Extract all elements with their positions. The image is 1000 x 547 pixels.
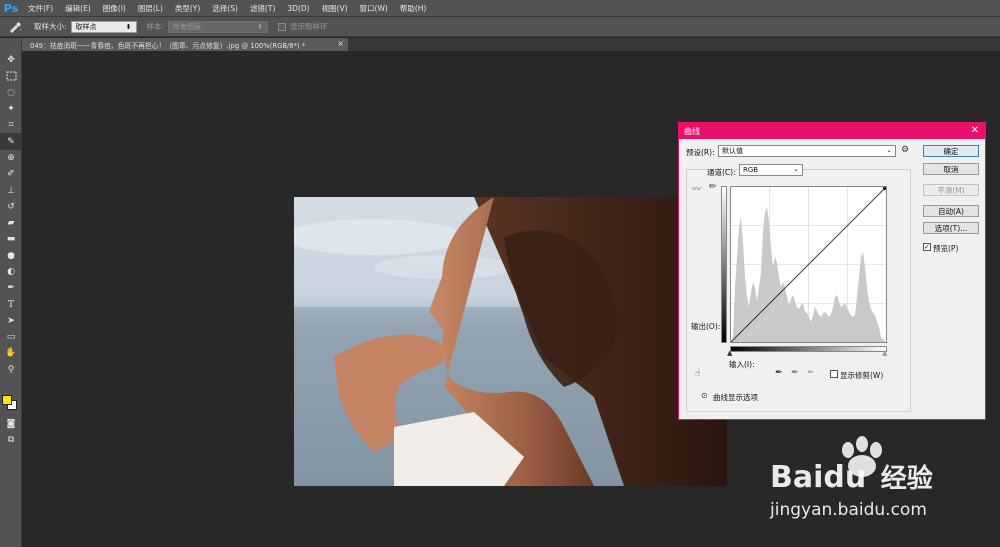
options-button[interactable]: 选项(T)... <box>923 222 979 234</box>
zoom-tool-icon[interactable]: ⚲ <box>0 362 22 378</box>
chevron-down-icon: ⬍ <box>257 22 264 31</box>
close-icon[interactable]: ✕ <box>971 125 979 136</box>
dialog-title: 曲线 <box>684 126 700 136</box>
show-clipping-label: 显示修剪(W) <box>840 371 884 380</box>
menu-bar: Ps 文件(F) 编辑(E) 图像(I) 图层(L) 类型(Y) 选择(S) 滤… <box>0 0 1000 17</box>
black-point-slider-icon[interactable]: ▲ <box>727 349 732 357</box>
channel-label: 通道(C): <box>707 168 736 177</box>
curves-dialog: 曲线 ✕ 预设(R): 默认值 ⌄ ⚙ 通道(C): RGB ⌄ 〰 ✏ ▲ ▲… <box>678 122 986 420</box>
menu-file[interactable]: 文件(F) <box>22 3 59 14</box>
gradient-tool-icon[interactable]: ▬ <box>0 231 22 247</box>
sample-size-label: 取样大小: <box>34 22 67 31</box>
input-gradient <box>730 346 887 352</box>
show-ring-label: 显示取样环 <box>290 22 328 31</box>
show-ring-checkbox[interactable] <box>278 22 287 31</box>
expand-icon[interactable]: ⊙ <box>701 391 708 400</box>
curve-edit-icon[interactable]: 〰 <box>692 182 701 195</box>
document-tab-title: 049：祛痘消斑——青春痘、色斑不再担心！（图章、污点修复）.jpg @ 100… <box>30 41 306 50</box>
document-tab-bar: 049：祛痘消斑——青春痘、色斑不再担心！（图章、污点修复）.jpg @ 100… <box>22 38 1000 51</box>
screen-mode-icon[interactable]: ⧉ <box>0 432 22 448</box>
menu-select[interactable]: 选择(S) <box>206 3 244 14</box>
target-adjust-icon[interactable]: ☝ <box>695 369 700 379</box>
ok-button[interactable]: 确定 <box>923 145 979 157</box>
curves-graph[interactable] <box>730 186 887 343</box>
brush-tool-icon[interactable]: ✐ <box>0 166 22 182</box>
white-point-slider-icon[interactable]: ▲ <box>882 349 887 357</box>
watermark-url: jingyan.baidu.com <box>770 500 927 520</box>
preview-checkbox[interactable]: ✓ <box>923 243 931 251</box>
chevron-down-icon: ⌄ <box>886 146 892 154</box>
ps-logo: Ps <box>3 1 19 15</box>
channel-value: RGB <box>743 166 759 174</box>
marquee-tool-icon[interactable] <box>0 68 22 84</box>
menu-help[interactable]: 帮助(H) <box>394 3 433 14</box>
black-eyedropper-icon[interactable]: ✒ <box>775 368 783 378</box>
rectangle-tool-icon[interactable]: ▭ <box>0 329 22 345</box>
watermark-brand-end: du <box>823 460 867 495</box>
menu-layer[interactable]: 图层(L) <box>132 3 169 14</box>
chevron-down-icon: ⬍ <box>125 22 132 31</box>
preset-value: 默认值 <box>722 147 743 155</box>
menu-3d[interactable]: 3D(D) <box>281 4 315 13</box>
channel-select[interactable]: RGB ⌄ <box>739 164 803 176</box>
watermark-sub: 经验 <box>880 464 933 494</box>
pencil-icon[interactable]: ✏ <box>709 182 717 192</box>
cancel-button[interactable]: 取消 <box>923 163 979 175</box>
tool-panel: ✥ ◌ ✦ ⌗ ✎ ⊕ ✐ ⊥ ↺ ▰ ▬ ● ◐ ✒ T ➤ ▭ ✋ ⚲ ◙ … <box>0 38 22 547</box>
crop-tool-icon[interactable]: ⌗ <box>0 117 22 133</box>
output-label: 输出(O): <box>691 322 721 331</box>
lasso-tool-icon[interactable]: ◌ <box>0 85 22 101</box>
gear-icon[interactable]: ⚙ <box>901 145 909 155</box>
menu-image[interactable]: 图像(I) <box>97 3 132 14</box>
eyedropper-tool-icon[interactable] <box>4 20 26 34</box>
menu-filter[interactable]: 滤镜(T) <box>244 3 281 14</box>
magic-wand-tool-icon[interactable]: ✦ <box>0 101 22 117</box>
document-tab[interactable]: 049：祛痘消斑——青春痘、色斑不再担心！（图章、污点修复）.jpg @ 100… <box>22 38 348 51</box>
sample-size-value: 取样点 <box>75 22 97 31</box>
quick-mask-icon[interactable]: ◙ <box>0 416 22 432</box>
dialog-titlebar[interactable]: 曲线 ✕ <box>679 123 985 139</box>
options-bar: 取样大小: 取样点 ⬍ 样本: 所有图层 ⬍ 显示取样环 <box>0 17 1000 37</box>
menu-view[interactable]: 视图(V) <box>316 3 354 14</box>
close-icon[interactable]: × <box>337 39 344 48</box>
watermark-brand: Bai <box>770 460 824 495</box>
preview-label: 预览(P) <box>933 244 959 253</box>
sample-value: 所有图层 <box>173 22 202 31</box>
baidu-watermark: Baidu 经验 jingyan.baidu.com <box>770 430 1000 540</box>
clone-stamp-tool-icon[interactable]: ⊥ <box>0 182 22 198</box>
sample-label: 样本: <box>146 22 165 31</box>
sample-select[interactable]: 所有图层 ⬍ <box>168 20 269 33</box>
sample-size-select[interactable]: 取样点 ⬍ <box>70 20 137 33</box>
healing-brush-tool-icon[interactable]: ⊕ <box>0 150 22 166</box>
eyedropper-icon[interactable]: ✎ <box>0 133 22 150</box>
history-brush-tool-icon[interactable]: ↺ <box>0 199 22 215</box>
path-selection-tool-icon[interactable]: ➤ <box>0 313 22 329</box>
show-clipping-checkbox[interactable] <box>830 370 838 378</box>
canvas-photo[interactable] <box>294 197 727 486</box>
foreground-color-swatch[interactable] <box>2 395 12 405</box>
blur-tool-icon[interactable]: ● <box>0 248 22 264</box>
input-label: 输入(I): <box>729 360 755 369</box>
preset-label: 预设(R): <box>686 148 715 157</box>
hand-tool-icon[interactable]: ✋ <box>0 345 22 361</box>
move-tool-icon[interactable]: ✥ <box>0 52 22 68</box>
preset-select[interactable]: 默认值 ⌄ <box>718 145 896 157</box>
display-options-label[interactable]: 曲线显示选项 <box>713 392 758 403</box>
dodge-tool-icon[interactable]: ◐ <box>0 264 22 280</box>
gray-eyedropper-icon[interactable]: ✒ <box>791 368 799 378</box>
auto-button[interactable]: 自动(A) <box>923 205 979 217</box>
menu-edit[interactable]: 编辑(E) <box>59 3 97 14</box>
photoshop-window: Ps 文件(F) 编辑(E) 图像(I) 图层(L) 类型(Y) 选择(S) 滤… <box>0 0 1000 547</box>
menu-type[interactable]: 类型(Y) <box>169 3 206 14</box>
menu-window[interactable]: 窗口(W) <box>354 3 394 14</box>
pen-tool-icon[interactable]: ✒ <box>0 280 22 296</box>
eraser-tool-icon[interactable]: ▰ <box>0 215 22 231</box>
smooth-button[interactable]: 平滑(M) <box>923 184 979 196</box>
output-gradient <box>721 186 727 343</box>
chevron-down-icon: ⌄ <box>793 165 799 173</box>
white-eyedropper-icon[interactable]: ✒ <box>807 368 815 378</box>
type-tool-icon[interactable]: T <box>0 296 22 312</box>
